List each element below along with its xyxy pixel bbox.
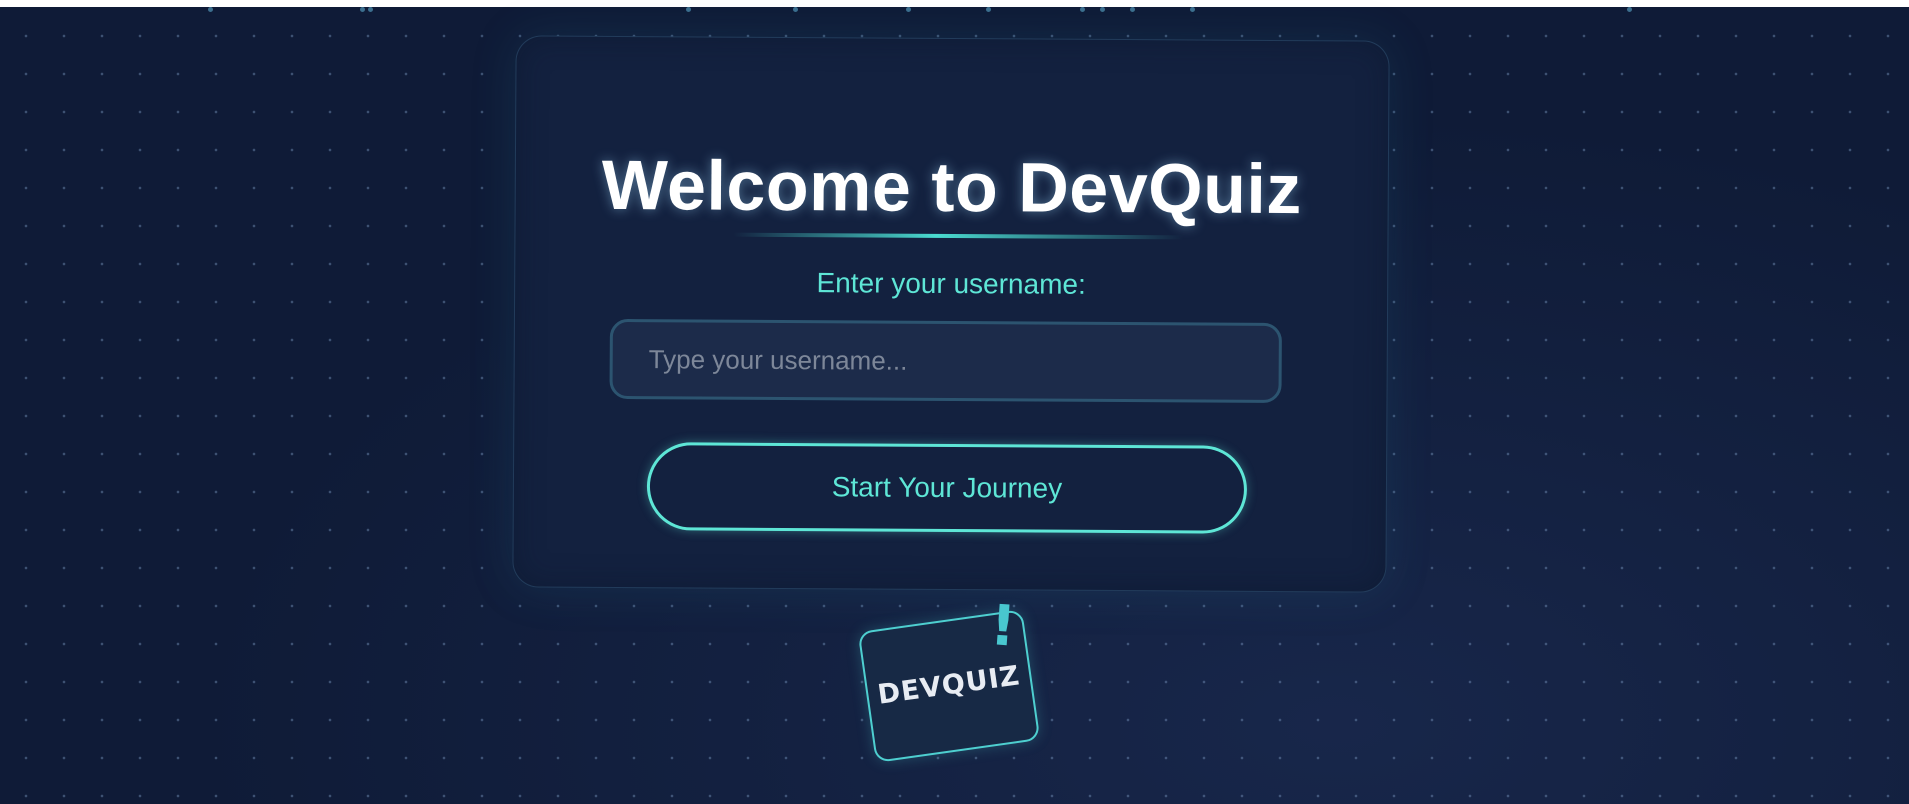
background-dot [1130, 7, 1135, 12]
page-title: Welcome to DevQuiz [601, 145, 1303, 229]
background-dot [1080, 7, 1085, 12]
welcome-card: Welcome to DevQuiz Enter your username: … [512, 35, 1390, 593]
background-dot [368, 7, 373, 12]
start-journey-button[interactable]: Start Your Journey [646, 442, 1248, 534]
exclamation-icon: ! [987, 593, 1019, 660]
logo-text: DEVQUIZ [875, 660, 1023, 711]
background-dot [686, 7, 691, 12]
username-label: Enter your username: [816, 267, 1086, 300]
background-dot [360, 7, 365, 12]
background-dot [986, 7, 991, 12]
background-dot [793, 7, 798, 12]
top-strip [0, 0, 1909, 7]
background-dot [208, 7, 213, 12]
background-dot [1100, 7, 1105, 12]
devquiz-logo: DEVQUIZ ! [857, 593, 1041, 763]
background-dot [906, 7, 911, 12]
background-dot [1627, 7, 1632, 12]
username-input[interactable] [609, 318, 1282, 404]
title-underline [733, 232, 1184, 240]
background-dot [1190, 7, 1195, 12]
